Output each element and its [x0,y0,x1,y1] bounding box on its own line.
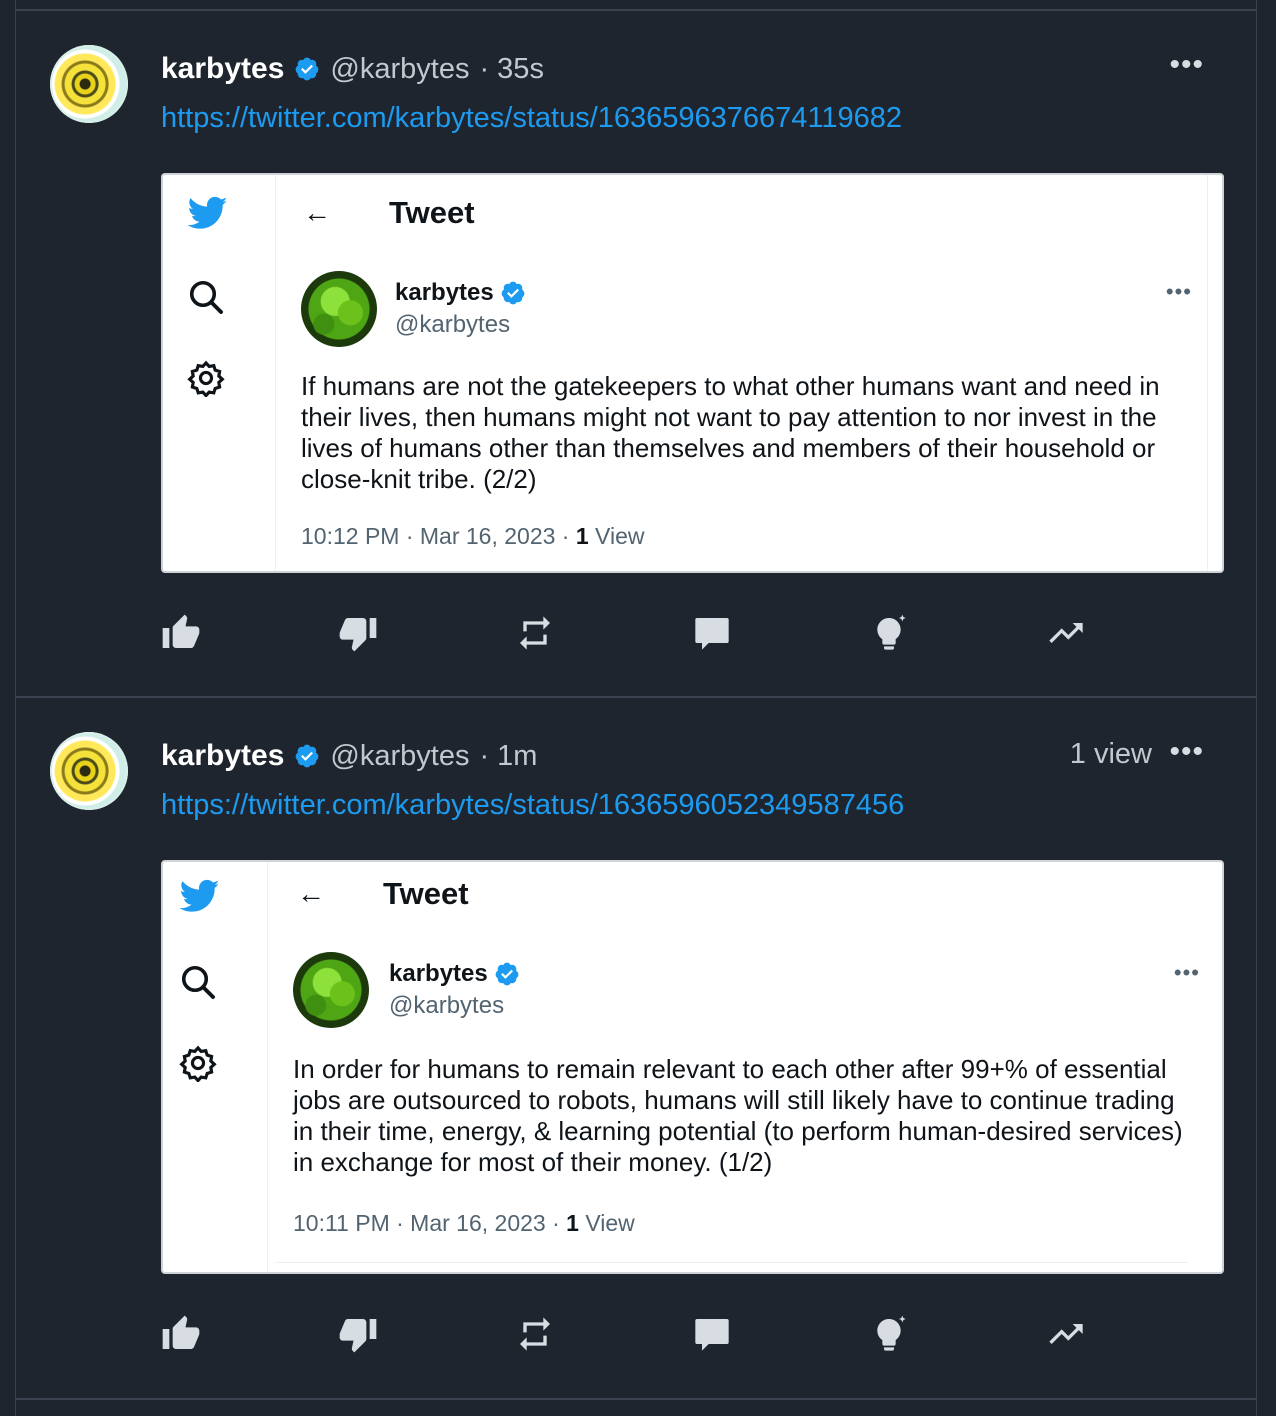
post: karbytes @karbytes · 1m 1 view ••• https… [16,696,1256,1400]
analytics-button[interactable] [1046,1312,1223,1356]
post-header: karbytes @karbytes · 1m [161,736,537,776]
like-button[interactable] [161,1312,338,1356]
avatar[interactable] [50,45,128,123]
insight-icon [877,614,906,650]
insight-icon [877,1315,906,1351]
twitter-bird-icon [187,196,228,229]
screenshot-handle: @karbytes [389,992,505,1019]
author-handle[interactable]: @karbytes [330,740,469,773]
repost-icon [520,616,550,650]
screenshot-sidebar [163,175,276,571]
screenshot-tweet-text: If humans are not the gatekeepers to wha… [301,371,1160,494]
screenshot-more-icon: ••• [1165,279,1192,304]
screenshot-author: karbytes [389,960,520,988]
like-icon [162,614,200,648]
dislike-icon [339,1319,377,1353]
post: karbytes @karbytes · 35s ••• https://twi… [16,9,1256,697]
screenshot-more-icon: ••• [1173,960,1200,985]
author-name[interactable]: karbytes [161,739,284,773]
analytics-button[interactable] [1046,611,1223,655]
screenshot-author: karbytes [395,279,526,307]
analytics-icon [1049,623,1083,643]
divider [275,1262,1188,1263]
screenshot-view-count: 1 [566,1210,579,1236]
comment-button[interactable] [692,611,869,655]
screenshot-avatar [293,952,369,1028]
post-link[interactable]: https://twitter.com/karbytes/status/1636… [161,789,904,822]
screenshot-handle: @karbytes [395,311,511,338]
comment-icon [695,1319,729,1351]
more-options-button[interactable]: ••• [1169,737,1204,767]
author-name[interactable]: karbytes [161,52,284,86]
dislike-button[interactable] [338,1312,515,1356]
divider [1207,175,1208,571]
search-icon [189,280,223,314]
search-icon [181,965,215,999]
embedded-screenshot: ← Tweet karbytes @karbytes ••• If humans… [161,173,1224,573]
screenshot-sidebar [163,862,268,1272]
screenshot-tweet-text: In order for humans to remain relevant t… [293,1054,1183,1177]
author-handle[interactable]: @karbytes [330,53,469,86]
screenshot-author-name: karbytes [395,279,494,306]
post-time: · 1m [479,739,538,772]
insight-button[interactable] [869,1312,1046,1356]
screenshot-view-label: View [588,523,645,549]
like-button[interactable] [161,611,338,655]
repost-button[interactable] [515,1312,692,1356]
screenshot-author-name: karbytes [389,960,488,987]
dislike-button[interactable] [338,611,515,655]
insight-button[interactable] [869,611,1046,655]
like-icon [162,1315,200,1349]
screenshot-meta: 10:12 PM · Mar 16, 2023 · 1 View [301,523,644,550]
gear-icon [179,1045,217,1082]
repost-icon [520,1317,550,1351]
screenshot-timestamp: 10:12 PM · Mar 16, 2023 · [301,523,576,549]
verified-badge-icon [296,57,319,81]
screenshot-view-label: View [578,1210,635,1236]
post-header: karbytes @karbytes · 35s [161,49,544,89]
screenshot-timestamp: 10:11 PM · Mar 16, 2023 · [293,1210,567,1236]
screenshot-view-count: 1 [575,523,589,549]
post-time: · 35s [479,52,544,85]
embedded-screenshot: ← Tweet karbytes @karbytes ••• In order … [161,860,1224,1274]
action-bar [161,611,1223,655]
back-arrow-icon: ← [297,878,325,909]
view-count: 1 view [1069,738,1152,770]
back-arrow-icon: ← [303,197,331,228]
action-bar [161,1312,1223,1356]
repost-button[interactable] [515,611,692,655]
twitter-bird-icon [179,879,220,912]
gear-icon [187,360,225,397]
comment-button[interactable] [692,1312,869,1356]
more-options-button[interactable]: ••• [1169,50,1204,80]
dislike-icon [339,618,377,652]
avatar[interactable] [50,732,128,810]
analytics-icon [1049,1324,1083,1344]
screenshot-title: Tweet [383,876,469,911]
screenshot-meta: 10:11 PM · Mar 16, 2023 · 1 View [293,1210,635,1237]
screenshot-title: Tweet [389,195,475,230]
verified-badge-icon [296,744,319,768]
post-link[interactable]: https://twitter.com/karbytes/status/1636… [161,102,902,135]
verified-badge-icon [501,281,525,305]
verified-badge-icon [495,962,519,986]
screenshot-avatar [301,271,377,347]
feed: karbytes @karbytes · 35s ••• https://twi… [15,0,1257,1416]
comment-icon [695,618,729,650]
